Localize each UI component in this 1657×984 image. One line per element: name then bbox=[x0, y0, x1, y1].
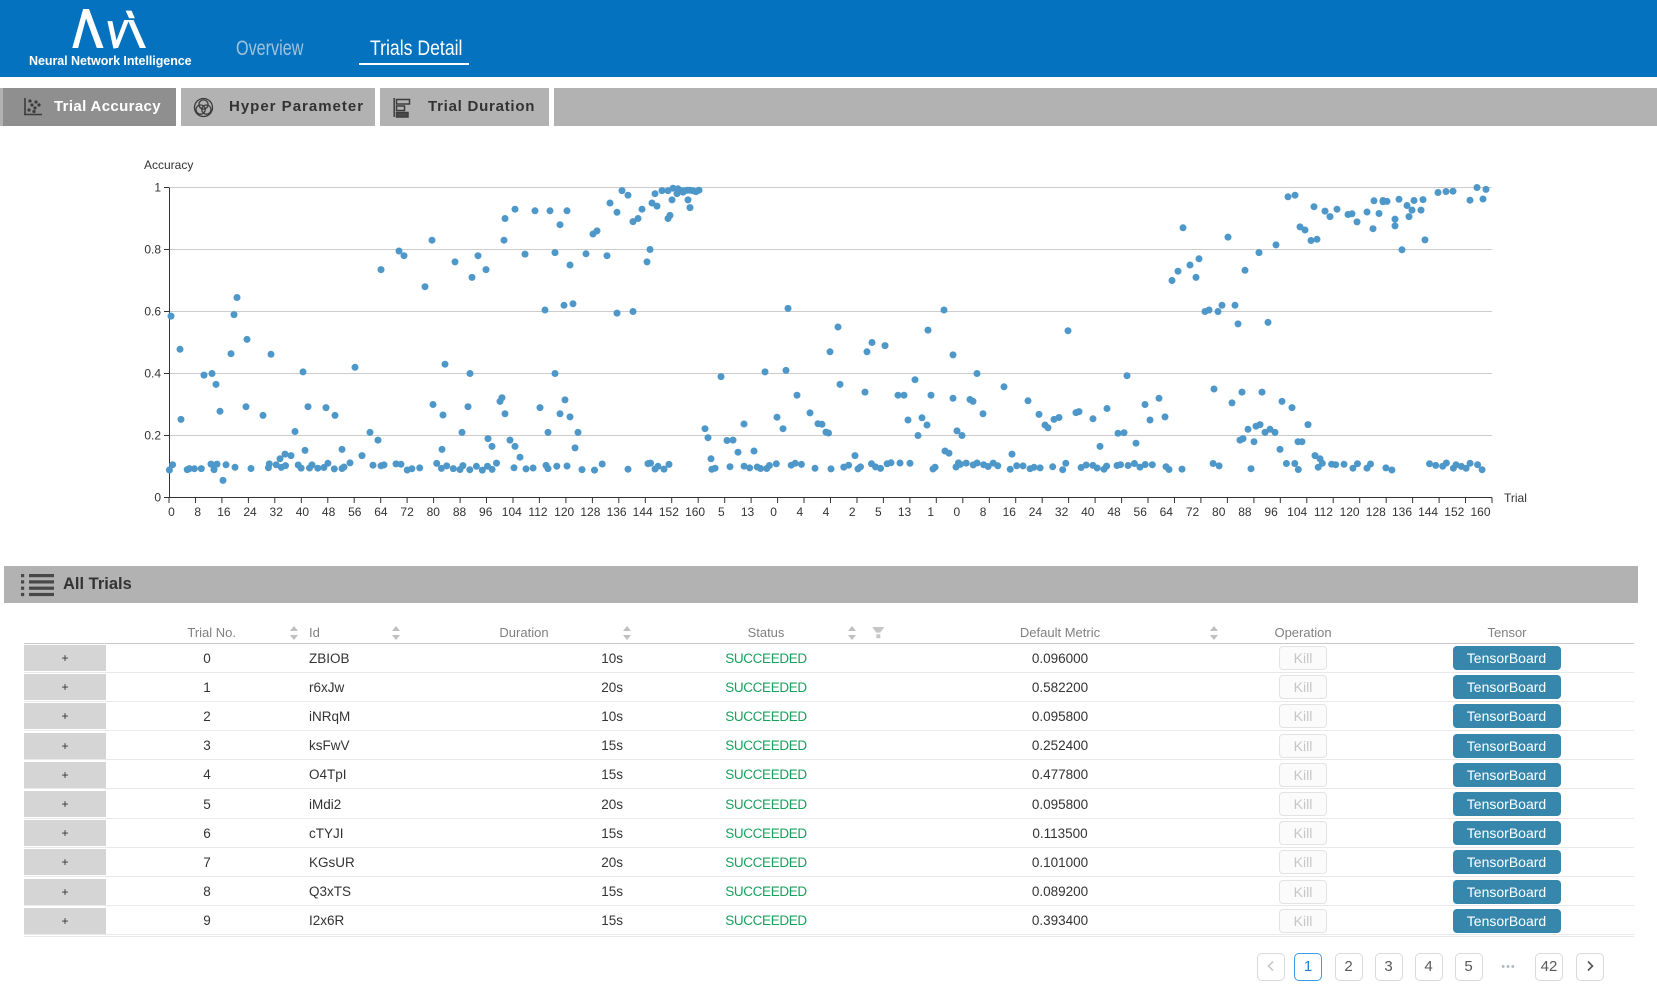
svg-text:24: 24 bbox=[1029, 505, 1043, 519]
svg-text:112: 112 bbox=[528, 505, 547, 519]
svg-text:5: 5 bbox=[875, 505, 882, 519]
svg-text:136: 136 bbox=[1392, 505, 1412, 519]
svg-text:0.6: 0.6 bbox=[144, 305, 161, 319]
svg-text:8: 8 bbox=[194, 505, 201, 519]
svg-text:144: 144 bbox=[633, 505, 653, 519]
svg-text:104: 104 bbox=[502, 505, 522, 519]
svg-text:24: 24 bbox=[243, 505, 257, 519]
svg-text:88: 88 bbox=[453, 505, 467, 519]
svg-text:104: 104 bbox=[1287, 505, 1307, 519]
svg-text:4: 4 bbox=[796, 505, 803, 519]
svg-text:160: 160 bbox=[685, 505, 705, 519]
svg-text:56: 56 bbox=[1134, 505, 1148, 519]
svg-text:152: 152 bbox=[1444, 505, 1464, 519]
svg-text:80: 80 bbox=[1212, 505, 1226, 519]
svg-text:2: 2 bbox=[849, 505, 856, 519]
svg-text:80: 80 bbox=[427, 505, 441, 519]
svg-text:112: 112 bbox=[1314, 505, 1333, 519]
svg-text:0: 0 bbox=[168, 505, 175, 519]
svg-text:0: 0 bbox=[770, 505, 777, 519]
svg-text:13: 13 bbox=[898, 505, 912, 519]
svg-text:13: 13 bbox=[741, 505, 755, 519]
svg-text:136: 136 bbox=[607, 505, 627, 519]
svg-text:0.2: 0.2 bbox=[144, 429, 161, 443]
svg-text:32: 32 bbox=[1055, 505, 1069, 519]
svg-text:0.4: 0.4 bbox=[144, 367, 161, 381]
svg-text:144: 144 bbox=[1418, 505, 1438, 519]
svg-text:5: 5 bbox=[718, 505, 725, 519]
svg-text:0: 0 bbox=[954, 505, 961, 519]
svg-text:1: 1 bbox=[154, 181, 161, 195]
svg-text:16: 16 bbox=[1003, 505, 1017, 519]
svg-text:Accuracy: Accuracy bbox=[144, 158, 193, 172]
svg-text:0: 0 bbox=[154, 491, 161, 505]
svg-text:32: 32 bbox=[270, 505, 284, 519]
svg-text:128: 128 bbox=[580, 505, 600, 519]
svg-text:72: 72 bbox=[1186, 505, 1200, 519]
svg-text:40: 40 bbox=[296, 505, 310, 519]
svg-text:64: 64 bbox=[374, 505, 388, 519]
svg-text:48: 48 bbox=[322, 505, 336, 519]
svg-text:0.8: 0.8 bbox=[144, 243, 161, 257]
svg-text:64: 64 bbox=[1160, 505, 1174, 519]
svg-text:56: 56 bbox=[348, 505, 362, 519]
svg-text:72: 72 bbox=[400, 505, 414, 519]
svg-text:128: 128 bbox=[1366, 505, 1386, 519]
svg-text:Trial: Trial bbox=[1504, 491, 1527, 505]
svg-text:96: 96 bbox=[1264, 505, 1278, 519]
svg-text:120: 120 bbox=[554, 505, 574, 519]
svg-text:120: 120 bbox=[1340, 505, 1360, 519]
svg-text:48: 48 bbox=[1107, 505, 1121, 519]
svg-text:160: 160 bbox=[1470, 505, 1490, 519]
svg-text:152: 152 bbox=[659, 505, 679, 519]
svg-text:96: 96 bbox=[479, 505, 493, 519]
svg-text:4: 4 bbox=[823, 505, 830, 519]
svg-text:88: 88 bbox=[1238, 505, 1252, 519]
svg-text:16: 16 bbox=[217, 505, 231, 519]
svg-text:1: 1 bbox=[927, 505, 934, 519]
svg-text:8: 8 bbox=[980, 505, 987, 519]
svg-text:40: 40 bbox=[1081, 505, 1095, 519]
